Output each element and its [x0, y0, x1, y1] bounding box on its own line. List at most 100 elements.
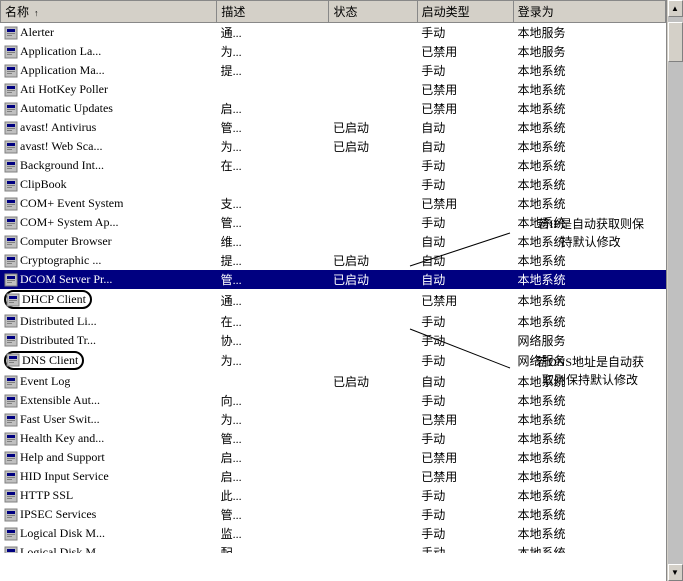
table-row[interactable]: HID Input Service启...已禁用本地系统 [0, 467, 666, 486]
service-startup-cell: 手动 [417, 156, 513, 175]
service-status-cell [329, 429, 417, 448]
services-data-table: Alerter通...手动本地服务 Application La...为...已… [0, 23, 666, 553]
service-login-cell: 本地系统 [514, 312, 667, 331]
service-name: Background Int... [20, 158, 104, 173]
service-status-cell [329, 410, 417, 429]
service-name: Computer Browser [20, 234, 112, 249]
service-icon [4, 83, 18, 97]
table-row[interactable]: Extensible Aut...向...手动本地系统 [0, 391, 666, 410]
table-row[interactable]: Fast User Swit...为...已禁用本地系统 [0, 410, 666, 429]
table-row[interactable]: Alerter通...手动本地服务 [0, 23, 666, 42]
service-login-cell: 本地系统 [514, 156, 667, 175]
col-header-status[interactable]: 状态 [329, 1, 417, 23]
service-login-cell: 本地系统 [514, 467, 667, 486]
service-desc-cell: 为... [217, 42, 329, 61]
service-name-cell: IPSEC Services [0, 505, 217, 524]
service-icon [4, 394, 18, 408]
service-name-cell: Event Log [0, 372, 217, 391]
dhcp-annotation-text2: 持默认修改 [561, 235, 621, 249]
dns-annotation-text2: 取则保持默认修改 [542, 373, 638, 387]
table-row[interactable]: Application Ma...提...手动本地系统 [0, 61, 666, 80]
scroll-track[interactable] [668, 17, 683, 564]
service-name-cell: Help and Support [0, 448, 217, 467]
service-icon [6, 353, 20, 367]
service-name: IPSEC Services [20, 507, 96, 522]
table-row[interactable]: ClipBook手动本地系统 [0, 175, 666, 194]
service-startup-cell: 手动 [417, 505, 513, 524]
scroll-thumb[interactable] [668, 22, 683, 62]
service-icon [4, 546, 18, 554]
table-body-scroll[interactable]: Alerter通...手动本地服务 Application La...为...已… [0, 23, 666, 553]
service-name: DNS Client [22, 353, 78, 368]
table-row[interactable]: Application La...为...已禁用本地服务 [0, 42, 666, 61]
service-desc-cell: 在... [217, 156, 329, 175]
service-status-cell [329, 448, 417, 467]
table-row[interactable]: avast! Antivirus管...已启动自动本地系统 [0, 118, 666, 137]
table-row[interactable]: Logical Disk M...监...手动本地系统 [0, 524, 666, 543]
service-name: avast! Web Sca... [20, 139, 102, 154]
service-login-cell: 本地系统 [514, 505, 667, 524]
col-header-login[interactable]: 登录为 [513, 1, 665, 23]
service-name-cell: DHCP Client [0, 289, 217, 312]
service-login-cell: 本地系统 [514, 289, 667, 312]
col-header-desc[interactable]: 描述 [217, 1, 329, 23]
table-row[interactable]: Ati HotKey Poller已禁用本地系统 [0, 80, 666, 99]
service-icon [4, 235, 18, 249]
service-login-cell: 本地系统 [514, 543, 667, 553]
sort-indicator: ↑ [34, 8, 39, 18]
table-row[interactable]: Health Key and...管...手动本地系统 [0, 429, 666, 448]
service-icon [4, 333, 18, 347]
service-name: Logical Disk M... [20, 526, 105, 541]
service-desc-cell: 为... [217, 410, 329, 429]
service-icon [4, 102, 18, 116]
col-header-startup[interactable]: 启动类型 [417, 1, 513, 23]
service-status-cell: 已启动 [329, 372, 417, 391]
services-panel: 名称 ↑ 描述 状态 启动类型 登录为 Alerter通...手动本地服务 [0, 0, 666, 581]
service-icon [4, 413, 18, 427]
table-row[interactable]: Logical Disk M...配...手动本地系统 [0, 543, 666, 553]
service-icon [4, 216, 18, 230]
table-row[interactable]: DHCP Client通...已禁用本地系统 [0, 289, 666, 312]
service-startup-cell: 已禁用 [417, 80, 513, 99]
service-name-cell: COM+ System Ap... [0, 213, 217, 232]
table-row[interactable]: Cryptographic ...提...已启动自动本地系统 [0, 251, 666, 270]
service-login-cell: 本地系统 [514, 137, 667, 156]
table-row[interactable]: Help and Support启...已禁用本地系统 [0, 448, 666, 467]
service-status-cell [329, 42, 417, 61]
table-row[interactable]: DCOM Server Pr...管...已启动自动本地系统 [0, 270, 666, 289]
vertical-scrollbar[interactable]: ▲ ▼ [666, 0, 683, 581]
service-status-cell [329, 289, 417, 312]
service-status-cell [329, 156, 417, 175]
table-header: 名称 ↑ 描述 状态 启动类型 登录为 [1, 1, 666, 23]
service-icon [4, 508, 18, 522]
service-startup-cell: 已禁用 [417, 467, 513, 486]
table-row[interactable]: Distributed Li...在...手动本地系统 [0, 312, 666, 331]
table-row[interactable]: Background Int... 在... 手动本地系统 [0, 156, 666, 175]
table-row[interactable]: Automatic Updates启...已禁用本地系统 [0, 99, 666, 118]
service-icon [4, 451, 18, 465]
service-desc-cell [217, 372, 329, 391]
service-name: Alerter [20, 25, 54, 40]
table-row[interactable]: HTTP SSL此...手动本地系统 [0, 486, 666, 505]
service-name-cell: Health Key and... [0, 429, 217, 448]
service-startup-cell: 已禁用 [417, 448, 513, 467]
col-header-name[interactable]: 名称 ↑ [1, 1, 217, 23]
service-login-cell: 本地系统 [514, 118, 667, 137]
service-name: Automatic Updates [20, 101, 113, 116]
service-login-cell: 本地系统 [514, 429, 667, 448]
table-row[interactable]: Distributed Tr...协...手动网络服务 [0, 331, 666, 350]
service-name-cell: Application Ma... [0, 61, 217, 80]
service-icon [4, 470, 18, 484]
dns-annotation-text1: 若DNS地址是自动获 [536, 355, 644, 369]
table-row[interactable]: IPSEC Services管...手动本地系统 [0, 505, 666, 524]
service-icon [4, 375, 18, 389]
table-row[interactable]: avast! Web Sca...为...已启动自动本地系统 [0, 137, 666, 156]
scroll-up-button[interactable]: ▲ [668, 0, 683, 17]
table-row[interactable]: COM+ Event System支...已禁用本地系统 [0, 194, 666, 213]
service-name: Ati HotKey Poller [20, 82, 108, 97]
service-startup-cell: 手动 [417, 429, 513, 448]
service-name-cell: Fast User Swit... [0, 410, 217, 429]
service-name: Fast User Swit... [20, 412, 100, 427]
service-desc-cell: 通... [217, 289, 329, 312]
scroll-down-button[interactable]: ▼ [668, 564, 683, 581]
